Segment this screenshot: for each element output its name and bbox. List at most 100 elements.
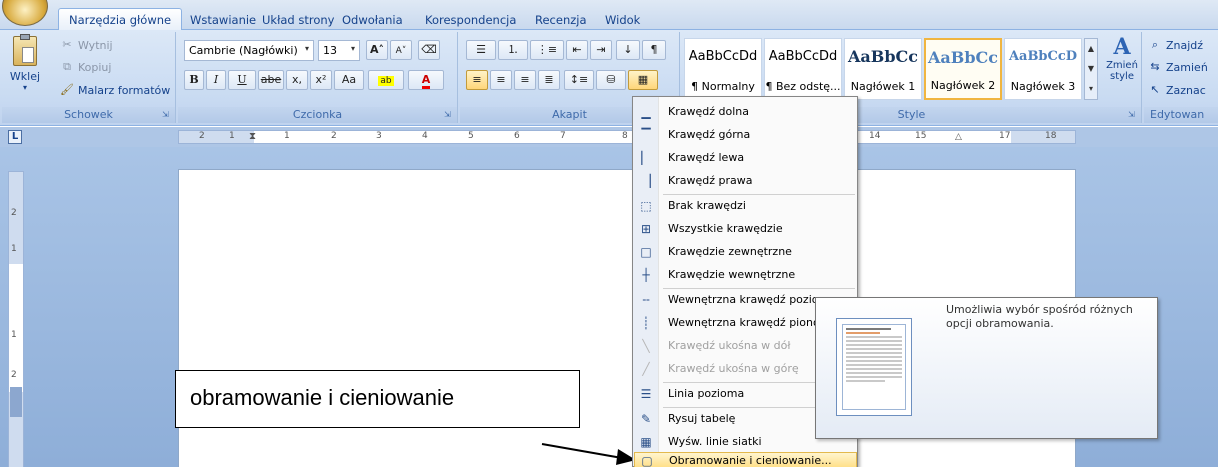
vruler-tick: 1: [11, 244, 17, 254]
format-painter-button[interactable]: 🖌 Malarz formatów: [60, 83, 170, 97]
ribbon-tab-strip: Narzędzia główne Wstawianie Układ strony…: [0, 0, 1218, 31]
vruler-tick: 2: [11, 208, 17, 218]
align-right-button[interactable]: ≡: [514, 70, 536, 90]
align-left-icon: ≡: [472, 73, 482, 86]
gallery-scroll[interactable]: ▲ ▼ ▾: [1084, 38, 1098, 100]
justify-button[interactable]: ≣: [538, 70, 560, 90]
ruler-tick: 6: [514, 131, 520, 141]
decrease-indent-button[interactable]: ⇤: [566, 40, 588, 60]
change-styles-label: Zmień style: [1106, 60, 1138, 82]
style-heading-3[interactable]: AaBbCcD Nagłówek 3: [1004, 38, 1082, 100]
paste-button[interactable]: Wklej ▾: [8, 34, 42, 98]
clear-formatting-button[interactable]: ⌫: [418, 40, 440, 60]
tab-view[interactable]: Widok: [595, 11, 650, 30]
menu-item-label: Rysuj tabelę: [668, 412, 736, 425]
menu-item-no-border[interactable]: ⬚ Brak krawędzi: [634, 195, 857, 218]
menu-item-borders-and-shading[interactable]: ▢ Obramowanie i cieniowanie...: [634, 452, 857, 467]
menu-item-label: Brak krawędzi: [668, 199, 746, 212]
gridlines-icon: ▦: [640, 435, 652, 449]
borders-button[interactable]: ▦: [628, 70, 658, 90]
dialog-launcher-icon[interactable]: ⇲: [162, 110, 172, 120]
menu-item-label: Krawędź dolna: [668, 105, 749, 118]
clipboard-group-label: Schowek: [2, 107, 175, 123]
right-indent-icon[interactable]: △: [955, 132, 962, 142]
menu-item-top-border[interactable]: ▔ Krawędź górna: [634, 124, 857, 147]
find-button[interactable]: ⌕ Znajdź: [1148, 38, 1203, 52]
inside-horizontal-border-icon: ╌: [642, 293, 650, 307]
bold-button[interactable]: B: [184, 70, 204, 90]
tab-review[interactable]: Recenzja: [525, 11, 597, 30]
align-left-button[interactable]: ≡: [466, 70, 488, 90]
tab-mailings[interactable]: Korespondencja: [415, 11, 526, 30]
style-heading-2[interactable]: AaBbCc Nagłówek 2: [924, 38, 1002, 100]
dialog-launcher-icon[interactable]: ⇲: [444, 110, 454, 120]
font-size-combo[interactable]: 13 ▾: [318, 40, 360, 61]
sort-button[interactable]: ↓: [616, 40, 640, 60]
font-group: Cambrie (Nagłówki) ▾ 13 ▾ A˄ A˅ ⌫ B I U …: [178, 32, 458, 123]
bullet-list-icon: ☰: [476, 43, 486, 56]
change-styles-icon: A: [1113, 34, 1131, 60]
dialog-launcher-icon[interactable]: ⇲: [1128, 110, 1138, 120]
shading-button[interactable]: ⛁: [596, 70, 626, 90]
menu-item-inside-borders[interactable]: ┼ Krawędzie wewnętrzne: [634, 264, 857, 287]
numbered-list-icon: ⒈: [507, 43, 519, 56]
numbering-button[interactable]: ⒈: [498, 40, 528, 60]
bullets-button[interactable]: ☰: [466, 40, 496, 60]
vertical-ruler[interactable]: 2 1 1 2: [8, 171, 24, 467]
clipboard-group: Wklej ▾ ✂ Wytnij ⧉ Kopiuj 🖌 Malarz forma…: [2, 32, 176, 123]
style-name: Nagłówek 3: [1010, 80, 1076, 93]
style-normal[interactable]: AaBbCcDd ¶ Normalny: [684, 38, 762, 100]
italic-button[interactable]: I: [206, 70, 226, 90]
change-case-button[interactable]: Aa: [334, 70, 364, 90]
line-spacing-icon: ↕≡: [569, 73, 589, 86]
font-color-button[interactable]: A: [408, 70, 444, 90]
ruler-tick: 4: [422, 131, 428, 141]
strikethrough-button[interactable]: abe: [258, 70, 284, 90]
menu-item-right-border[interactable]: ▕ Krawędź prawa: [634, 170, 857, 193]
style-sample: AaBbCcD: [1008, 49, 1078, 64]
highlight-button[interactable]: ab: [368, 70, 404, 90]
menu-item-all-borders[interactable]: ⊞ Wszystkie krawędzie: [634, 218, 857, 241]
style-name: ¶ Bez odstę...: [765, 80, 841, 93]
font-name-combo[interactable]: Cambrie (Nagłówki) ▾: [184, 40, 314, 61]
change-styles-button[interactable]: A Zmień style: [1102, 34, 1142, 104]
highlighter-icon: ab: [378, 76, 394, 86]
borders-icon: ▦: [637, 73, 649, 86]
select-button[interactable]: ↖ Zaznac: [1148, 83, 1205, 97]
replace-button[interactable]: ⇆ Zamień: [1148, 60, 1207, 74]
subscript-button[interactable]: x,: [286, 70, 308, 90]
multilevel-list-button[interactable]: ⋮≡: [530, 40, 564, 60]
indent-marker-icon[interactable]: ⧗: [249, 131, 256, 142]
paste-icon: [13, 34, 37, 66]
menu-item-left-border[interactable]: ▏ Krawędź lewa: [634, 147, 857, 170]
ruler-tick: 2: [199, 131, 205, 141]
shrink-font-icon: A˅: [395, 46, 407, 56]
ruler-tick: 17: [999, 131, 1011, 141]
menu-item-outside-borders[interactable]: □ Krawędzie zewnętrzne: [634, 241, 857, 264]
line-spacing-button[interactable]: ↕≡: [564, 70, 594, 90]
bottom-border-icon: ▁: [641, 105, 651, 119]
horizontal-ruler[interactable]: 2 1 ⧗ 1 2 3 4 5 6 7 8 14 15 △ 17 18: [178, 130, 1076, 144]
increase-indent-button[interactable]: ⇥: [590, 40, 612, 60]
style-no-spacing[interactable]: AaBbCcDd ¶ Bez odstę...: [764, 38, 842, 100]
align-center-button[interactable]: ≡: [490, 70, 512, 90]
office-button[interactable]: [2, 0, 48, 26]
superscript-button[interactable]: x²: [310, 70, 332, 90]
show-marks-button[interactable]: ¶: [642, 40, 666, 60]
menu-item-label: Wszystkie krawędzie: [668, 222, 783, 235]
tab-stop-selector[interactable]: L: [8, 130, 22, 144]
style-heading-1[interactable]: AaBbCc Nagłówek 1: [844, 38, 922, 100]
tab-page-layout[interactable]: Układ strony: [252, 11, 344, 30]
cursor-icon: ↖: [1150, 83, 1160, 96]
copy-button[interactable]: ⧉ Kopiuj: [60, 60, 111, 74]
menu-item-bottom-border[interactable]: ▁ Krawędź dolna: [634, 101, 857, 124]
ruler-right-margin: [1011, 131, 1075, 143]
tab-home[interactable]: Narzędzia główne: [58, 8, 183, 31]
tab-references[interactable]: Odwołania: [332, 11, 413, 30]
cut-label: Wytnij: [78, 38, 113, 52]
underline-button[interactable]: U: [228, 70, 256, 90]
grow-font-button[interactable]: A˄: [366, 40, 388, 60]
cut-button[interactable]: ✂ Wytnij: [60, 38, 113, 52]
shrink-font-button[interactable]: A˅: [390, 40, 412, 60]
ruler-tick: 14: [869, 131, 881, 141]
